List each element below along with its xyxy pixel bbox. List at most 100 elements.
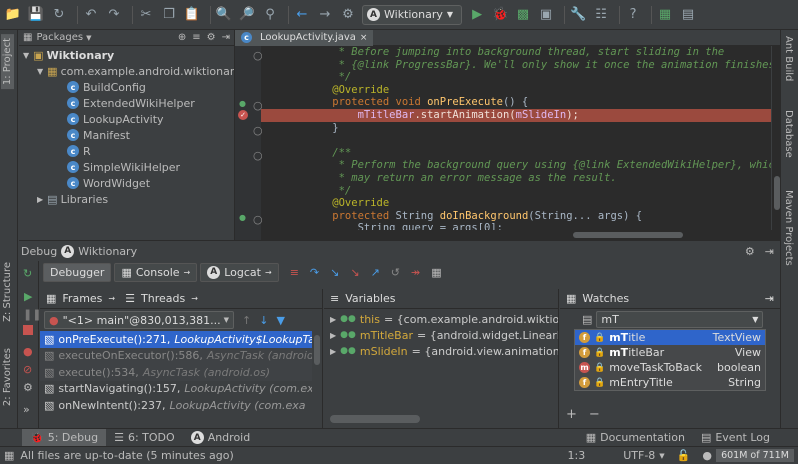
stack-frame-row[interactable]: ▧ startNavigating():157, LookupActivity (c… (40, 381, 312, 398)
git-icon[interactable]: ● (702, 449, 712, 462)
tree-class-item[interactable]: c Manifest (19, 127, 234, 143)
tab-documentation[interactable]: ▦ Documentation (578, 429, 693, 447)
tab-logcat[interactable]: A Logcat → (200, 262, 279, 282)
maven-tool-tab[interactable]: Maven Projects (783, 190, 794, 266)
tab-event-log[interactable]: ▤ Event Log (693, 429, 778, 447)
find-in-path-icon[interactable]: ⚲ (261, 6, 279, 24)
mute-breakpoints-icon[interactable]: ⊘ (23, 363, 32, 376)
ant-build-tool-tab[interactable]: Ant Build (783, 36, 794, 81)
tree-package[interactable]: ▼ ▦ com.example.android.wiktionary (19, 63, 241, 79)
stack-frame-row[interactable]: ▧ onPreExecute():271, LookupActivity$Looku… (40, 331, 312, 348)
editor-vertical-scrollbar[interactable] (771, 46, 781, 230)
paste-icon[interactable]: 📋 (183, 6, 201, 24)
expand-arrow-icon[interactable]: ▶ (330, 347, 336, 356)
code-area[interactable]: * Before jumping into background thread,… (261, 46, 771, 230)
gear-icon[interactable]: ⚙ (207, 32, 216, 43)
file-encoding[interactable]: UTF-8 (623, 449, 655, 462)
stop-icon[interactable] (23, 325, 33, 335)
variable-row[interactable]: ▶ ●●mSlideIn= {android.view.animation.Ani (324, 343, 558, 359)
more-icon[interactable]: » (23, 403, 30, 416)
scroll-from-source-icon[interactable]: ⊕ (178, 32, 186, 43)
variable-row[interactable]: ▶ ●● this = {com.example.android.wiktiona (324, 311, 558, 327)
redo-icon[interactable]: ↷ (105, 6, 123, 24)
override-marker-icon[interactable]: ● (239, 99, 246, 108)
close-icon[interactable]: × (360, 33, 368, 43)
gear-icon[interactable]: ⚙ (745, 245, 755, 258)
hide-icon[interactable]: ⇥ (222, 32, 230, 43)
next-frame-icon[interactable]: ↓ (259, 314, 268, 327)
avd-manager-icon[interactable]: ▣ (537, 6, 555, 24)
tree-class-item[interactable]: c LookupActivity (19, 111, 234, 127)
completion-item[interactable]: f 🔒 mTitleBar View (575, 345, 765, 360)
cursor-position[interactable]: 1:3 (568, 449, 586, 462)
expand-arrow-icon[interactable]: ▼ (23, 51, 29, 60)
hide-icon[interactable]: ⇥ (765, 245, 774, 258)
add-watch-icon[interactable]: + (566, 407, 577, 422)
debug-icon[interactable]: 🐞 (491, 6, 509, 24)
settings-icon[interactable]: 🔧 (569, 6, 587, 24)
view-mode-select[interactable]: Packages (36, 32, 83, 43)
tree-class-item[interactable]: c SimpleWikiHelper (19, 159, 234, 175)
help-icon[interactable]: ? (624, 6, 642, 24)
previous-frame-icon[interactable]: ↑ (242, 314, 251, 327)
collapse-all-icon[interactable]: ≡ (192, 32, 200, 43)
sdk-manager-icon[interactable]: ▦ (656, 6, 674, 24)
tree-class-item[interactable]: c BuildConfig (19, 79, 234, 95)
force-step-into-icon[interactable]: ↘ (350, 266, 359, 279)
tab-todo[interactable]: ☰ 6: TODO (106, 429, 183, 447)
step-over-icon[interactable]: ↷ (310, 266, 319, 279)
tab-android[interactable]: A Android (183, 429, 259, 447)
replace-icon[interactable]: 🔎 (238, 6, 256, 24)
hide-icon[interactable]: ⇥ (765, 292, 774, 305)
project-tool-tab[interactable]: 1: Project (1, 34, 14, 90)
expand-arrow-icon[interactable]: ▶ (330, 315, 336, 324)
database-tool-tab[interactable]: Database (783, 110, 794, 158)
collapse-arrow-icon[interactable]: ▶ (37, 195, 43, 204)
evaluate-expression-icon[interactable]: ▦ (431, 266, 441, 279)
undo-icon[interactable]: ↶ (82, 6, 100, 24)
tab-threads[interactable]: Threads (141, 292, 185, 305)
project-structure-icon[interactable]: ☷ (592, 6, 610, 24)
watch-expression-input[interactable]: mT ▼ (596, 310, 764, 328)
drop-frame-icon[interactable]: ↺ (391, 266, 400, 279)
rerun-icon[interactable]: ↻ (23, 267, 32, 280)
lock-icon[interactable]: 🔓 (677, 449, 691, 462)
find-icon[interactable]: 🔍 (215, 6, 233, 24)
tab-debug[interactable]: 🐞 5: Debug (22, 428, 107, 447)
tree-class-item[interactable]: c ExtendedWikiHelper (19, 95, 234, 111)
override-marker-icon[interactable]: ● (239, 213, 246, 222)
step-into-icon[interactable]: ↘ (330, 266, 339, 279)
settings-icon[interactable]: ⚙ (23, 381, 33, 394)
view-breakpoints-icon[interactable]: ● (23, 345, 33, 358)
favorites-tool-tab[interactable]: 2: Favorites (1, 344, 14, 410)
step-out-icon[interactable]: ↗ (371, 266, 380, 279)
stack-frame-row[interactable]: ▧ onNewIntent():237, LookupActivity (com.e… (40, 397, 312, 414)
editor-gutter[interactable]: ○ ● ○ ✓ ○ ○ ● ○ (235, 46, 263, 240)
back-icon[interactable]: ← (293, 6, 311, 24)
tree-class-item[interactable]: c WordWidget (19, 175, 234, 191)
completion-item[interactable]: m 🔒 moveTaskToBack boolean (575, 360, 765, 375)
run-icon[interactable]: ▶ (468, 6, 486, 24)
save-icon[interactable]: 💾 (27, 6, 45, 24)
run-config-select[interactable]: A Wiktionary ▼ (362, 4, 463, 25)
tree-class-item[interactable]: cR (19, 143, 234, 159)
thread-select[interactable]: ● "<1> main"@830,013,381... ▼ (44, 311, 234, 329)
structure-tool-tab[interactable]: Z: Structure (1, 258, 14, 326)
tab-console[interactable]: ▦ Console → (114, 262, 198, 282)
resume-icon[interactable]: ▶ (24, 290, 32, 303)
tab-frames[interactable]: Frames (62, 292, 102, 305)
tree-libraries[interactable]: ▶ ▤ Libraries (19, 191, 234, 207)
make-project-icon[interactable]: ⚙ (339, 6, 357, 24)
chevron-down-icon[interactable]: ▼ (752, 315, 758, 324)
stack-frame-row[interactable]: ▧ executeOnExecutor():586, AsyncTask (andr… (40, 347, 312, 364)
forward-icon[interactable]: → (316, 6, 334, 24)
show-execution-point-icon[interactable]: ≡ (290, 266, 299, 279)
device-monitor-icon[interactable]: ▤ (679, 6, 697, 24)
completion-item[interactable]: f 🔒 mEntryTitle String (575, 375, 765, 390)
chevron-down-icon[interactable]: ▼ (86, 34, 91, 42)
sync-icon[interactable]: ↻ (50, 6, 68, 24)
run-to-cursor-icon[interactable]: ↠ (411, 266, 420, 279)
stop-icon[interactable]: ▩ (514, 6, 532, 24)
frames-scrollbar[interactable] (312, 331, 322, 411)
expand-arrow-icon[interactable]: ▶ (330, 331, 336, 340)
